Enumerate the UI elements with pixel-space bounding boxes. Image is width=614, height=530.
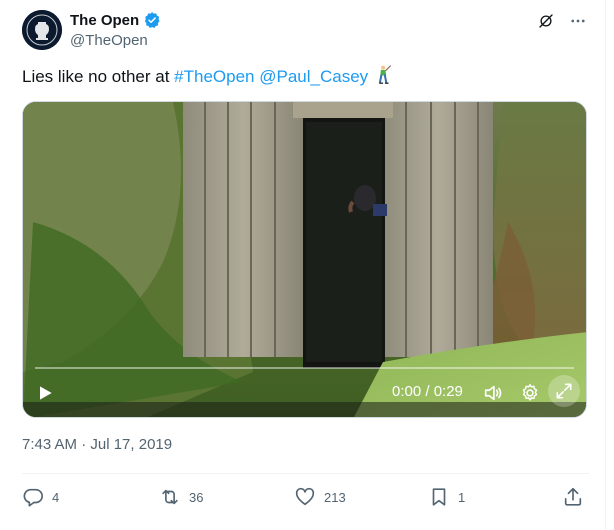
settings-icon[interactable]: [519, 382, 541, 404]
video-controls: 0:00 / 0:29: [23, 369, 586, 417]
video-player[interactable]: 0:00 / 0:29: [22, 101, 587, 418]
repost-button[interactable]: 36: [159, 486, 203, 508]
author-display-name[interactable]: The Open: [70, 12, 139, 29]
repost-icon: [162, 489, 178, 505]
like-icon: [295, 487, 315, 506]
play-icon[interactable]: [35, 383, 55, 403]
verified-badge-icon: [145, 12, 160, 28]
video-time: 0:00 / 0:29: [392, 383, 463, 400]
claret-jug-logo-icon: [22, 10, 62, 50]
tweet-text: Lies like no other at #TheOpen @Paul_Cas…: [22, 65, 393, 88]
hashtag-link[interactable]: #TheOpen: [174, 67, 254, 86]
more-icon[interactable]: [569, 12, 587, 30]
share-icon: [564, 487, 582, 506]
avatar[interactable]: [22, 10, 62, 50]
reply-button[interactable]: 4: [22, 486, 59, 508]
golfer-emoji-icon: [378, 65, 391, 84]
author-handle[interactable]: @TheOpen: [70, 32, 161, 49]
volume-icon[interactable]: [482, 382, 504, 404]
bookmark-button[interactable]: 1: [428, 486, 465, 508]
tweet-action-bar: 4 36 213 1: [22, 486, 587, 510]
share-button[interactable]: [562, 486, 584, 508]
tweet-top-actions: [537, 12, 587, 30]
reply-count: 4: [52, 489, 60, 505]
repost-count: 36: [189, 489, 204, 505]
divider: [22, 473, 589, 474]
expand-button[interactable]: [548, 375, 580, 407]
tweet-card: The Open @TheOpen Lies like no other at …: [0, 0, 606, 530]
bookmark-icon: [432, 488, 446, 506]
author-block: The Open @TheOpen: [70, 10, 161, 49]
like-count: 213: [324, 489, 346, 505]
reply-icon: [23, 488, 43, 507]
tweet-timestamp[interactable]: 7:43 AM · Jul 17, 2019: [22, 436, 172, 453]
grok-icon[interactable]: [537, 12, 555, 30]
tweet-text-plain: Lies like no other at: [22, 67, 175, 86]
bookmark-count: 1: [458, 489, 466, 505]
expand-icon: [556, 383, 572, 399]
mention-link[interactable]: @Paul_Casey: [259, 67, 368, 86]
like-button[interactable]: 213: [294, 486, 346, 508]
